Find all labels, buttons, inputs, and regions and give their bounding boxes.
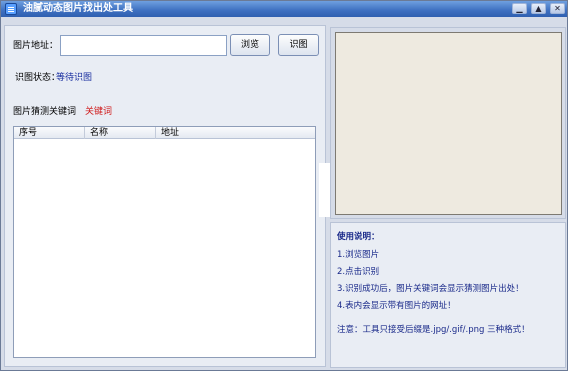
identify-button[interactable]: 识图 <box>278 34 319 56</box>
help-item: 1.浏览图片 <box>337 250 380 260</box>
image-url-label: 图片地址： <box>13 41 59 51</box>
image-preview <box>335 32 562 215</box>
title-bar[interactable]: 油腻动态图片找出处工具 ▁ ▲ ✕ <box>1 1 567 17</box>
column-header-address[interactable]: 地址 <box>156 127 315 139</box>
help-item: 3.识别成功后，图片关键词会显示猜测图片出处！ <box>337 284 524 294</box>
minimize-button[interactable]: ▁ <box>512 3 527 14</box>
help-note: 注意：工具只接受后缀是.jpg/.gif/.png 三种格式！ <box>337 325 530 335</box>
help-title: 使用说明： <box>337 232 380 242</box>
results-table[interactable]: 序号 名称 地址 <box>13 126 316 358</box>
keywords-label: 图片猜测关键词 <box>13 107 77 117</box>
column-header-index[interactable]: 序号 <box>14 127 85 139</box>
status-label: 识图状态： <box>15 73 61 83</box>
help-panel: 使用说明： 1.浏览图片 2.点击识别 3.识别成功后，图片关键词会显示猜测图片… <box>330 222 566 368</box>
maximize-button[interactable]: ▲ <box>531 3 546 14</box>
app-icon <box>5 3 17 15</box>
status-value: 等待识图 <box>56 73 93 83</box>
close-button[interactable]: ✕ <box>550 3 565 14</box>
preview-panel <box>330 27 566 219</box>
help-item: 2.点击识别 <box>337 267 380 277</box>
browse-button[interactable]: 浏览 <box>230 34 270 56</box>
help-item: 4.表内会显示带有图片的网址！ <box>337 301 456 311</box>
image-url-input[interactable] <box>60 35 227 56</box>
main-window: 油腻动态图片找出处工具 ▁ ▲ ✕ 图片地址： 浏览 识图 识图状态： 等待识图… <box>0 0 568 371</box>
left-panel: 图片地址： 浏览 识图 识图状态： 等待识图 图片猜测关键词 关键词 序号 名称… <box>4 25 326 367</box>
column-header-name[interactable]: 名称 <box>85 127 156 139</box>
window-title: 油腻动态图片找出处工具 <box>23 3 133 14</box>
table-header: 序号 名称 地址 <box>14 127 315 139</box>
keywords-value: 关键词 <box>85 107 113 117</box>
